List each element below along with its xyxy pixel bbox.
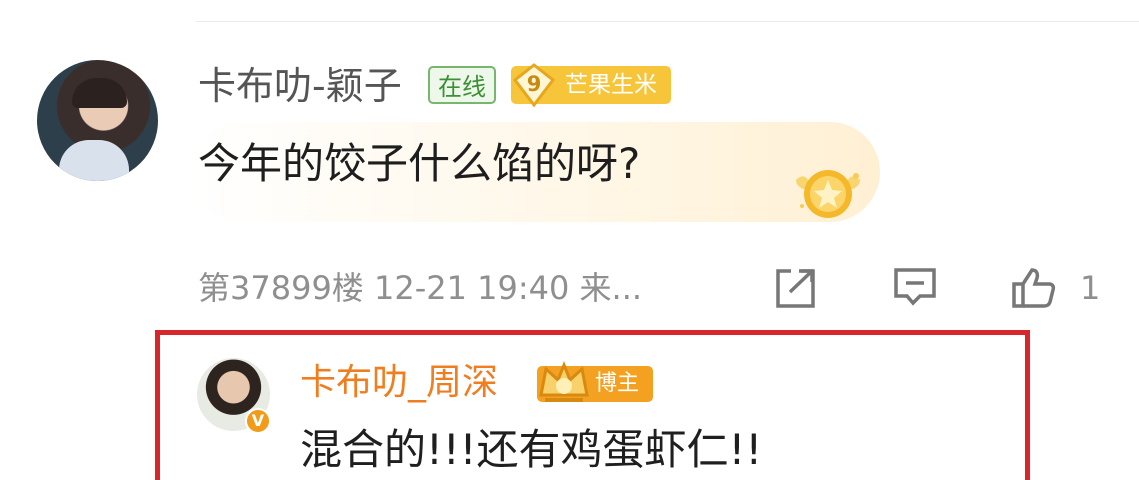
reply-username[interactable]: 卡布叻_周深 — [300, 357, 498, 409]
comment-source: 来... — [579, 269, 643, 307]
commenter-username[interactable]: 卡布叻-颖子 — [198, 60, 402, 112]
reply-text[interactable]: 混合的!!!还有鸡蛋虾仁!! — [300, 420, 762, 480]
medal-icon — [796, 170, 860, 218]
share-icon[interactable] — [773, 266, 819, 308]
blogger-crown-icon — [539, 360, 589, 402]
level-number: 9 — [526, 72, 542, 96]
level-number-icon: 9 — [512, 63, 556, 108]
commenter-avatar[interactable] — [37, 60, 158, 181]
online-status-badge: 在线 — [428, 66, 496, 104]
comment-text[interactable]: 今年的饺子什么馅的呀? — [198, 134, 640, 194]
verified-icon: V — [245, 408, 271, 434]
avatar-hair — [72, 78, 127, 108]
top-divider — [196, 21, 1139, 22]
comment-datetime: 12-21 19:40 — [373, 269, 570, 307]
avatar-shirt — [59, 140, 129, 181]
comment-meta: 第37899楼 12-21 19:40 来... — [198, 262, 642, 314]
like-count: 1 — [1080, 269, 1101, 307]
floor-number: 第37899楼 — [198, 269, 364, 307]
like-icon[interactable] — [1010, 266, 1056, 308]
reply-icon[interactable] — [892, 266, 938, 308]
